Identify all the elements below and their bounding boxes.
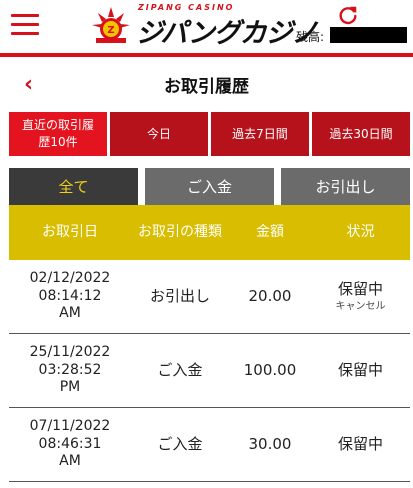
reload-icon[interactable] [337,4,359,26]
logo[interactable]: Z ZIPANG CASINO ジパングカジノ [86,3,318,49]
transaction-table: お取引日 お取引の種類 金額 状況 02/12/2022 08:14:12 AM… [9,205,410,482]
app-header: Z ZIPANG CASINO ジパングカジノ 残高: [0,0,413,57]
column-header-status: 状況 [346,224,375,241]
column-header-amount: 金額 [256,224,284,241]
tab-label: 今日 [146,126,171,141]
date-text: 02/12/2022 [29,270,111,287]
hamburger-menu-icon[interactable] [11,14,39,36]
cell-type: お引出し [149,287,210,306]
date-text: 25/11/2022 [29,344,111,361]
tab-deposit[interactable]: ご入金 [145,168,274,205]
cell-amount: 30.00 [248,435,292,454]
tab-label: 全て [58,178,89,196]
time-text: 08:14:12 [38,287,102,304]
cell-amount: 20.00 [248,287,292,306]
balance-value [330,27,407,43]
tab-label: 直近の取引履歴10件 [21,118,94,149]
tab-label: ご入金 [186,178,232,196]
cell-type: ご入金 [157,361,203,380]
column-header-date: お取引日 [42,224,98,241]
table-row: 07/11/2022 08:46:31 AM ご入金 30.00 保留中 [9,408,410,482]
tab-withdrawal[interactable]: お引出し [281,168,410,205]
cell-type: ご入金 [157,435,203,454]
status-text: 保留中 [337,435,383,454]
cell-status: 保留中 [311,334,410,407]
svg-text:Z: Z [107,25,114,36]
tab-today[interactable]: 今日 [110,112,208,156]
status-text: 保留中 [337,361,383,380]
tab-label: お引出し [315,178,376,196]
ampm-text: AM [59,453,81,470]
tab-label: 過去7日間 [232,126,288,141]
ampm-text: PM [59,379,81,396]
tab-past-7-days[interactable]: 過去7日間 [211,112,309,156]
cancel-link[interactable]: キャンセル [336,301,386,314]
table-row: 25/11/2022 03:28:52 PM ご入金 100.00 保留中 [9,334,410,408]
page-title: お取引履歴 [164,77,249,97]
table-row: 02/12/2022 08:14:12 AM お引出し 20.00 保留中 キャ… [9,260,410,334]
tab-recent-10[interactable]: 直近の取引履歴10件 [9,112,107,156]
time-text: 03:28:52 [38,361,102,378]
status-text: 保留中 [337,279,383,298]
ampm-text: AM [59,305,81,322]
tab-label: 過去30日間 [329,126,393,141]
header-divider [0,53,413,57]
tab-all[interactable]: 全て [9,168,138,205]
cell-date: 07/11/2022 08:46:31 AM [9,408,131,481]
table-header: お取引日 お取引の種類 金額 状況 [9,205,410,260]
cell-amount: 100.00 [243,361,297,380]
balance-label: 残高: [296,30,325,44]
date-text: 07/11/2022 [29,418,111,435]
column-header-type: お取引の種類 [138,224,222,241]
period-tabs: 直近の取引履歴10件 今日 過去7日間 過去30日間 [9,112,410,156]
tab-past-30-days[interactable]: 過去30日間 [312,112,410,156]
type-tabs: 全て ご入金 お引出し [9,168,410,205]
cell-status: 保留中 キャンセル [311,260,410,333]
logo-text: ジパングカジノ [136,18,318,49]
logo-emblem-icon: Z [92,7,130,43]
cell-date: 02/12/2022 08:14:12 AM [9,260,131,333]
cell-date: 25/11/2022 03:28:52 PM [9,334,131,407]
time-text: 08:46:31 [38,435,102,452]
cell-status: 保留中 [311,408,410,481]
